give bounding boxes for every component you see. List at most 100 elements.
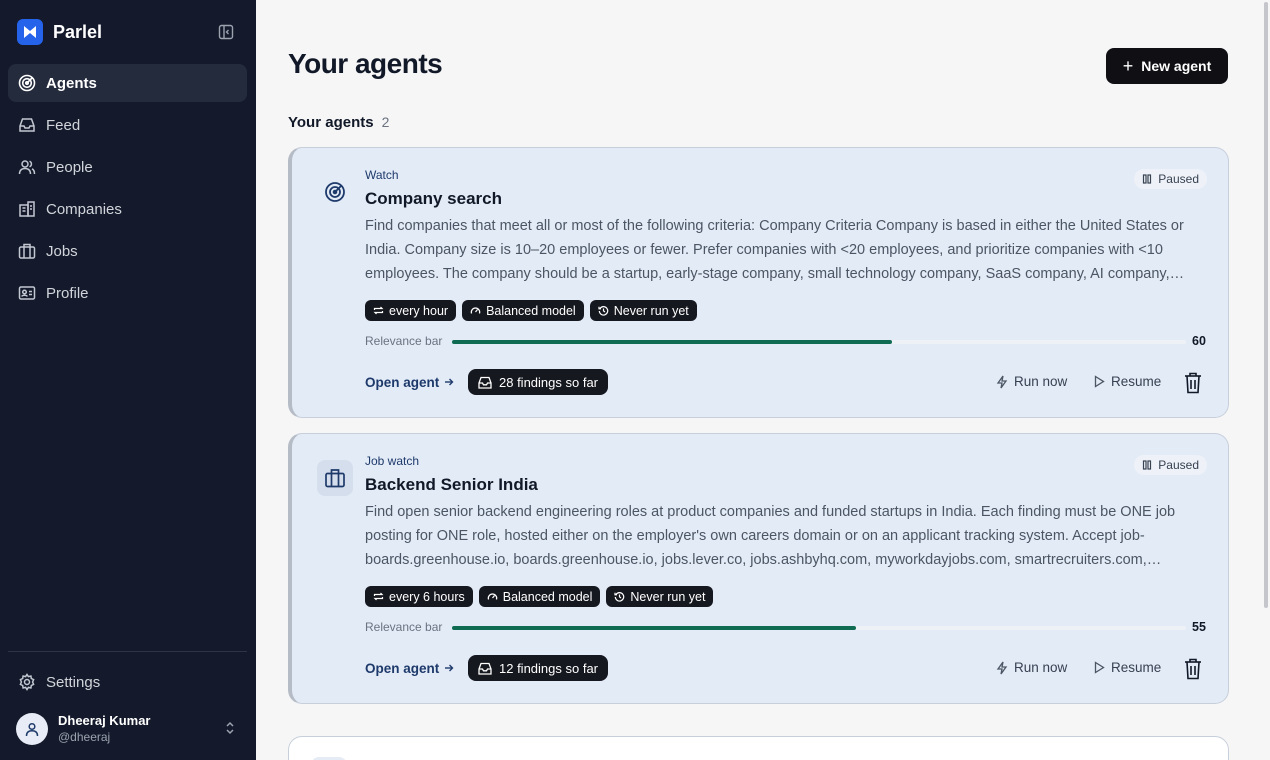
- sidebar-item-people[interactable]: People: [8, 148, 247, 186]
- page-title: Your agents: [288, 48, 443, 79]
- chip-label: Balanced model: [502, 589, 593, 604]
- run-now-label: Run now: [1014, 374, 1068, 389]
- sidebar-item-label: People: [46, 158, 93, 176]
- schedule-chip: every 6 hours: [365, 586, 473, 607]
- relevance-value: 55: [1192, 620, 1206, 634]
- parlel-logo-icon: [17, 19, 43, 45]
- brand[interactable]: Parlel: [17, 19, 102, 45]
- main-content: Your agents + New agent Your agents 2 Wa…: [256, 0, 1270, 760]
- section-count: 2: [381, 114, 390, 130]
- run-now-button[interactable]: Run now: [996, 374, 1067, 389]
- lightning-icon: [996, 375, 1008, 389]
- resume-button[interactable]: Resume: [1094, 374, 1161, 389]
- findings-label: 28 findings so far: [499, 374, 599, 390]
- sidebar-item-feed[interactable]: Feed: [8, 106, 247, 144]
- sidebar-item-label: Feed: [46, 116, 81, 134]
- run-now-label: Run now: [1014, 660, 1068, 675]
- sidebar: Parlel Agents Feed People Companies Jobs…: [0, 0, 256, 760]
- sidebar-item-companies[interactable]: Companies: [8, 190, 247, 228]
- open-agent-label: Open agent: [365, 661, 440, 676]
- settings-label: Settings: [46, 673, 101, 691]
- sidebar-item-label: Jobs: [46, 242, 78, 260]
- agent-chips: every hour Balanced model Never run yet: [365, 300, 703, 321]
- agent-name: Company search: [365, 189, 502, 208]
- chip-label: Balanced model: [486, 303, 576, 318]
- relevance-slider[interactable]: [452, 340, 1186, 344]
- open-agent-link[interactable]: Open agent: [365, 661, 454, 676]
- scrollbar[interactable]: [1262, 0, 1270, 760]
- repeat-icon: [373, 591, 384, 602]
- id-card-icon: [18, 284, 36, 302]
- new-agent-label: New agent: [1141, 58, 1212, 74]
- app-name: Parlel: [53, 21, 103, 42]
- history-icon: [614, 591, 625, 602]
- findings-badge[interactable]: 12 findings so far: [468, 655, 609, 681]
- status-badge: Paused: [1134, 169, 1207, 189]
- agent-card[interactable]: Watch Company search Paused Find compani…: [288, 147, 1229, 418]
- user-info: Dheeraj Kumar @dheeraj: [58, 713, 150, 745]
- chip-label: Never run yet: [630, 589, 706, 604]
- user-name: Dheeraj Kumar: [58, 713, 151, 728]
- sidebar-item-label: Agents: [46, 74, 97, 92]
- agent-kind: Job watch: [365, 454, 420, 468]
- chip-label: Never run yet: [613, 303, 689, 318]
- chip-label: every hour: [389, 303, 449, 318]
- arrow-right-icon: [444, 661, 454, 676]
- agent-card[interactable]: Job watch Backend Senior India Paused Fi…: [288, 433, 1229, 704]
- collapse-sidebar-icon[interactable]: [218, 24, 236, 40]
- sidebar-nav: Agents Feed People Companies Jobs Profil…: [8, 64, 247, 316]
- pause-icon: [1142, 460, 1152, 470]
- user-icon: [25, 722, 39, 737]
- relevance-label: Relevance bar: [365, 620, 443, 634]
- new-agent-button[interactable]: + New agent: [1106, 48, 1228, 84]
- repeat-icon: [373, 305, 384, 316]
- agent-description: Find open senior backend engineering rol…: [365, 504, 1176, 568]
- last-run-chip: Never run yet: [606, 586, 714, 607]
- agent-name: Backend Senior India: [365, 475, 538, 494]
- section-header: Your agents 2: [288, 114, 389, 131]
- pause-icon: [1142, 174, 1152, 184]
- run-now-button[interactable]: Run now: [996, 660, 1067, 675]
- gauge-icon: [470, 305, 481, 316]
- agent-kind: Watch: [365, 168, 399, 182]
- schedule-chip: every hour: [365, 300, 457, 321]
- chip-label: every 6 hours: [389, 589, 465, 604]
- model-chip: Balanced model: [462, 300, 584, 321]
- open-agent-link[interactable]: Open agent: [365, 375, 454, 390]
- scrollbar-thumb[interactable]: [1264, 2, 1268, 608]
- radar-icon: [18, 74, 36, 92]
- status-label: Paused: [1158, 458, 1199, 472]
- findings-badge[interactable]: 28 findings so far: [468, 369, 609, 395]
- chevron-up-down-icon[interactable]: [224, 720, 236, 741]
- trash-icon[interactable]: [1182, 371, 1204, 395]
- relevance-fill: [452, 340, 893, 344]
- sidebar-item-agents[interactable]: Agents: [8, 64, 247, 102]
- sidebar-item-label: Profile: [46, 284, 89, 302]
- play-icon: [1094, 661, 1105, 674]
- lightning-icon: [996, 661, 1008, 675]
- status-badge: Paused: [1134, 455, 1207, 475]
- inbox-icon: [18, 116, 36, 134]
- user-handle: @dheeraj: [58, 730, 111, 744]
- resume-label: Resume: [1111, 660, 1162, 675]
- users-icon: [18, 158, 36, 176]
- history-icon: [598, 305, 609, 316]
- findings-label: 12 findings so far: [499, 660, 599, 676]
- sidebar-item-jobs[interactable]: Jobs: [8, 232, 247, 270]
- arrow-right-icon: [444, 375, 454, 390]
- status-label: Paused: [1158, 172, 1199, 186]
- sidebar-item-profile[interactable]: Profile: [8, 274, 247, 312]
- agent-chips: every 6 hours Balanced model Never run y…: [365, 586, 719, 607]
- relevance-slider[interactable]: [452, 626, 1186, 630]
- building-icon: [18, 200, 36, 218]
- user-menu[interactable]: Dheeraj Kumar @dheeraj: [16, 711, 240, 747]
- relevance-fill: [452, 626, 856, 630]
- inbox-icon: [478, 662, 492, 675]
- radar-icon: [317, 174, 353, 210]
- resume-button[interactable]: Resume: [1094, 660, 1161, 675]
- resume-label: Resume: [1111, 374, 1162, 389]
- last-run-chip: Never run yet: [589, 300, 697, 321]
- sidebar-item-settings[interactable]: Settings: [8, 663, 247, 701]
- trash-icon[interactable]: [1182, 657, 1204, 681]
- new-agent-card-partial[interactable]: [288, 736, 1229, 760]
